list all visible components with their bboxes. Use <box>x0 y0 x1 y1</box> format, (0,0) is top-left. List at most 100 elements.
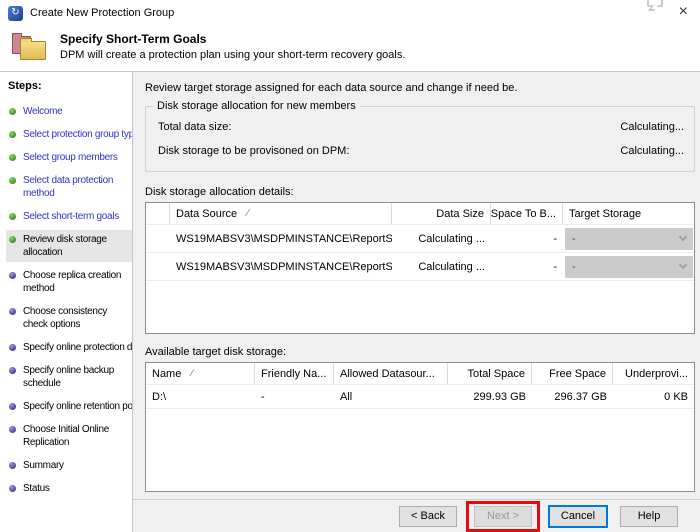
help-button[interactable]: Help <box>620 505 678 527</box>
step-pending-bullet-icon <box>9 462 16 469</box>
column-label: Data Source <box>176 207 238 220</box>
steps-heading: Steps: <box>8 80 42 92</box>
step-done-bullet-icon <box>9 177 16 184</box>
data-size-cell: Calculating ... <box>418 232 485 245</box>
header-data-source[interactable]: Data Source ∕ <box>170 203 392 224</box>
friendly-name-cell: - <box>261 390 265 403</box>
sidebar-item-choose-initial-online-replication: Choose Initial Online Replication <box>6 420 132 452</box>
data-source-cell: WS19MABSV3\MSDPMINSTANCE\ReportServe... <box>176 260 392 273</box>
sidebar-item-summary: Summary <box>6 456 132 475</box>
step-done-bullet-icon <box>9 213 16 220</box>
step-label: Select protection group type <box>23 129 133 140</box>
sidebar-item-review-disk-storage-allocation: Review disk storage allocation <box>6 230 132 262</box>
app-icon: ↻ <box>8 5 23 21</box>
step-done-bullet-icon <box>9 154 16 161</box>
step-label: Welcome <box>23 106 63 117</box>
allowed-datasources-cell: All <box>340 390 353 403</box>
header-indicator-column <box>146 203 170 224</box>
next-button-red-highlight: Next > <box>466 500 540 532</box>
step-label: Review disk storage allocation <box>23 234 107 258</box>
disk-storage-provisioned-value: Calculating... <box>620 145 684 157</box>
target-storage-dropdown[interactable]: - <box>565 255 693 278</box>
step-label: Select short-term goals <box>23 211 119 222</box>
header-allowed-datasources[interactable]: Allowed Datasour... <box>334 363 448 384</box>
step-done-bullet-icon <box>9 108 16 115</box>
sidebar-item-choose-replica-creation-method: Choose replica creation method <box>6 266 132 298</box>
step-label: Choose Initial Online Replication <box>23 424 109 448</box>
sidebar-item-specify-online-backup-schedule: Specify online backup schedule <box>6 361 132 393</box>
column-label: Name <box>152 367 182 380</box>
close-icon[interactable]: × <box>679 4 688 20</box>
cancel-button[interactable]: Cancel <box>549 505 607 527</box>
step-pending-bullet-icon <box>9 485 16 492</box>
step-label: Specify online backup schedule <box>23 365 114 389</box>
storage-table-label: Available target disk storage: <box>145 346 287 358</box>
header-total-space[interactable]: Total Space <box>448 363 532 384</box>
details-table-header: Data Source ∕ Data Size Space To B... Ta… <box>146 203 694 225</box>
step-current-bullet-icon <box>9 236 16 243</box>
next-button[interactable]: Next > <box>474 505 532 527</box>
storage-table-row[interactable]: D:\ - All 299.93 GB 296.37 GB 0 KB <box>146 385 694 409</box>
step-pending-bullet-icon <box>9 272 16 279</box>
storage-table-header: Name ∕ Friendly Na... Allowed Datasour..… <box>146 363 694 385</box>
header-name[interactable]: Name ∕ <box>146 363 255 384</box>
disk-allocation-details-table: Data Source ∕ Data Size Space To B... Ta… <box>145 202 695 334</box>
wizard-footer: < Back Next > Cancel Help <box>133 499 700 532</box>
back-button[interactable]: < Back <box>399 505 457 527</box>
sidebar-item-choose-consistency-check-options: Choose consistency check options <box>6 302 132 334</box>
wizard-header: Specify Short-Term Goals DPM will create… <box>0 26 700 71</box>
sidebar-item-select-protection-group-type[interactable]: Select protection group type <box>6 125 132 144</box>
volume-name-cell: D:\ <box>152 390 167 403</box>
comment-bubble-icon[interactable] <box>646 0 663 7</box>
step-label: Specify online retention policy <box>23 401 133 412</box>
step-label: Summary <box>23 460 64 471</box>
folder-front-shape <box>20 38 46 60</box>
page-subtitle: DPM will create a protection plan using … <box>60 49 406 61</box>
steps-sidebar: Steps: Welcome Select protection group t… <box>0 72 133 532</box>
sidebar-item-status: Status <box>6 479 132 498</box>
step-pending-bullet-icon <box>9 344 16 351</box>
step-label: Choose replica creation method <box>23 270 122 294</box>
step-pending-bullet-icon <box>9 308 16 315</box>
sidebar-item-select-short-term-goals[interactable]: Select short-term goals <box>6 207 132 226</box>
disk-allocation-groupbox: Disk storage allocation for new members … <box>145 100 695 172</box>
header-friendly-name[interactable]: Friendly Na... <box>255 363 334 384</box>
space-to-be-cell: - <box>553 260 557 273</box>
total-space-cell: 299.93 GB <box>473 390 526 403</box>
target-storage-dropdown[interactable]: - <box>565 227 693 250</box>
chevron-down-icon <box>678 232 688 242</box>
step-pending-bullet-icon <box>9 426 16 433</box>
sort-ascending-icon: ∕ <box>247 208 249 219</box>
free-space-cell: 296.37 GB <box>554 390 607 403</box>
details-table-label: Disk storage allocation details: <box>145 186 294 198</box>
main-content: Review target storage assigned for each … <box>133 72 700 499</box>
header-space-to-be[interactable]: Space To B... <box>491 203 563 224</box>
header-underprovisioned[interactable]: Underprovi... <box>613 363 694 384</box>
window-title: Create New Protection Group <box>30 7 175 19</box>
sidebar-item-specify-online-retention-policy: Specify online retention policy <box>6 397 132 416</box>
sidebar-item-welcome[interactable]: Welcome <box>6 102 132 121</box>
create-protection-group-dialog: ↻ Create New Protection Group × Specify … <box>0 0 700 532</box>
header-target-storage[interactable]: Target Storage <box>563 203 694 224</box>
header-data-size[interactable]: Data Size <box>392 203 491 224</box>
folder-icon <box>12 32 50 64</box>
data-source-cell: WS19MABSV3\MSDPMINSTANCE\ReportServe... <box>176 232 392 245</box>
step-done-bullet-icon <box>9 131 16 138</box>
underprovisioned-cell: 0 KB <box>664 390 688 403</box>
details-table-row[interactable]: WS19MABSV3\MSDPMINSTANCE\ReportServe... … <box>146 225 694 253</box>
groupbox-legend: Disk storage allocation for new members <box>153 100 360 112</box>
total-data-size-label: Total data size: <box>158 121 232 133</box>
step-pending-bullet-icon <box>9 367 16 374</box>
page-title: Specify Short-Term Goals <box>60 32 207 46</box>
total-data-size-value: Calculating... <box>620 121 684 133</box>
header-free-space[interactable]: Free Space <box>532 363 613 384</box>
sidebar-item-select-data-protection-method[interactable]: Select data protection method <box>6 171 132 203</box>
available-storage-table: Name ∕ Friendly Na... Allowed Datasour..… <box>145 362 695 492</box>
step-label: Select group members <box>23 152 118 163</box>
step-label: Select data protection method <box>23 175 114 199</box>
details-table-row[interactable]: WS19MABSV3\MSDPMINSTANCE\ReportServe... … <box>146 253 694 281</box>
data-size-cell: Calculating ... <box>418 260 485 273</box>
disk-storage-provisioned-label: Disk storage to be provisoned on DPM: <box>158 145 350 157</box>
sidebar-item-select-group-members[interactable]: Select group members <box>6 148 132 167</box>
title-bar: ↻ Create New Protection Group × <box>0 0 700 26</box>
